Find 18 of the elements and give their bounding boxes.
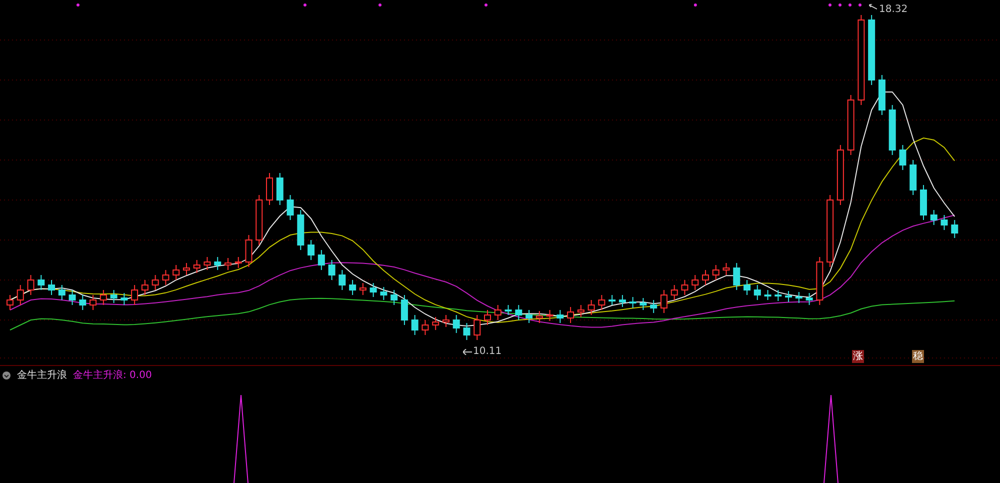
arrow-icon xyxy=(869,4,877,10)
signal-dot xyxy=(304,4,306,6)
signal-dot xyxy=(484,4,488,6)
signal-dot xyxy=(858,4,862,6)
signal-dot xyxy=(378,4,382,6)
indicator-name: 金牛主升浪 xyxy=(17,368,67,382)
indicator-legend: 金牛主升浪: 0.00 xyxy=(73,368,152,382)
signal-dot xyxy=(828,4,832,6)
signal-badge: 稳 xyxy=(912,350,924,363)
signal-dot xyxy=(838,4,842,6)
high-price-label: 18.32 xyxy=(879,4,908,15)
signal-dot xyxy=(848,4,852,6)
signal-dot xyxy=(694,4,697,6)
arrow-icon xyxy=(463,349,472,355)
signal-badge: 涨 xyxy=(852,350,864,363)
signal-dot xyxy=(76,4,80,6)
circle-icon[interactable] xyxy=(2,370,11,380)
low-price-label: 10.11 xyxy=(473,346,502,357)
